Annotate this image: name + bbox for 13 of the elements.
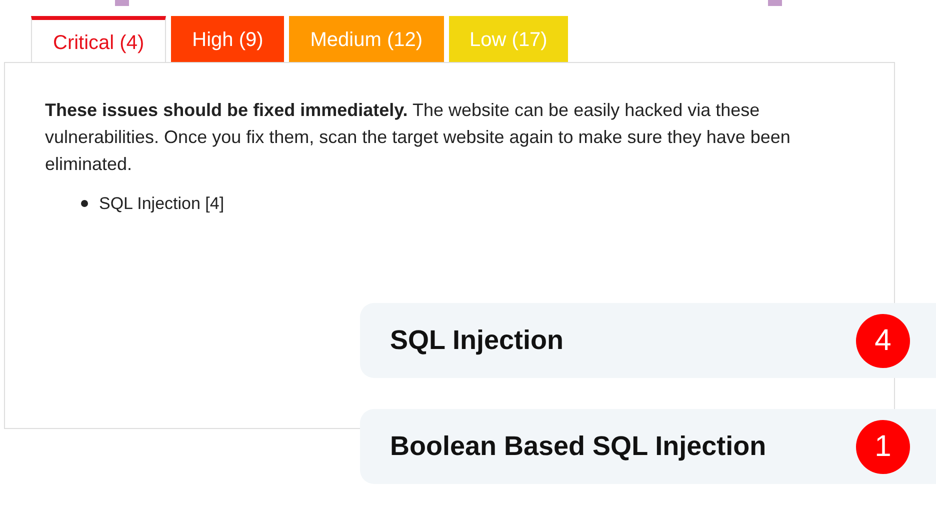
severity-tab[interactable]: Critical (4): [31, 16, 166, 62]
issue-card[interactable]: SQL Injection 4: [360, 303, 936, 378]
count-badge: 4: [856, 314, 910, 368]
description-text: These issues should be fixed immediately. The website can be easily hacked via these vulnerabilities. Once you fix them, scan the target website again to make sure they have been eliminated.: [45, 99, 792, 176]
bullet-icon: [81, 200, 88, 207]
count-badge: 1: [856, 420, 910, 474]
issue-card[interactable]: Boolean Based SQL Injection 1: [360, 409, 936, 484]
issue-item: SQL Injection [4]: [99, 193, 224, 215]
severity-tab[interactable]: High (9): [171, 16, 284, 62]
edge-mark: [115, 0, 129, 6]
edge-mark: [768, 0, 782, 6]
issue-title: Boolean Based SQL Injection: [390, 430, 768, 464]
issue-title: SQL Injection: [390, 324, 565, 358]
